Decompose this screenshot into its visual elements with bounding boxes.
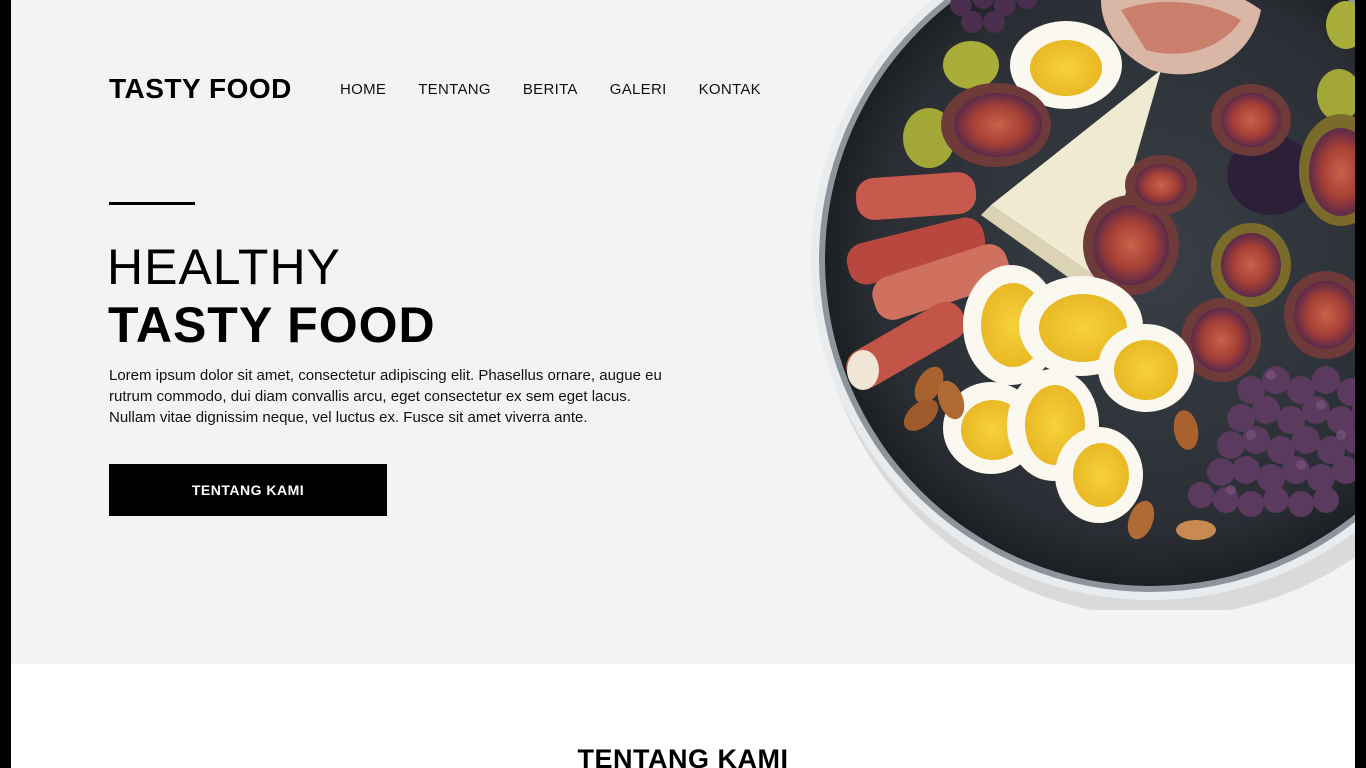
page: TASTY FOOD HOME TENTANG BERITA GALERI KO… xyxy=(11,0,1355,768)
hero-section: TASTY FOOD HOME TENTANG BERITA GALERI KO… xyxy=(11,0,1355,664)
food-plate-image xyxy=(811,0,1355,610)
nav-home[interactable]: HOME xyxy=(340,81,386,98)
hero-description: Lorem ipsum dolor sit amet, consectetur … xyxy=(109,367,662,426)
nav-kontak[interactable]: KONTAK xyxy=(699,81,761,98)
nav-galeri[interactable]: GALERI xyxy=(610,81,667,98)
hero-title-bold: TASTY FOOD xyxy=(108,297,436,353)
hero-divider xyxy=(109,202,195,205)
about-us-button[interactable]: TENTANG KAMI xyxy=(109,464,387,516)
site-logo[interactable]: TASTY FOOD xyxy=(109,73,292,105)
right-frame-bar xyxy=(1355,0,1366,768)
nav-berita[interactable]: BERITA xyxy=(523,81,578,98)
left-frame-bar xyxy=(0,0,11,768)
about-section-title: TENTANG KAMI xyxy=(577,744,789,768)
nav-tentang[interactable]: TENTANG xyxy=(418,81,491,98)
main-nav: HOME TENTANG BERITA GALERI KONTAK xyxy=(340,81,761,98)
hero-title-light: HEALTHY xyxy=(107,239,341,295)
